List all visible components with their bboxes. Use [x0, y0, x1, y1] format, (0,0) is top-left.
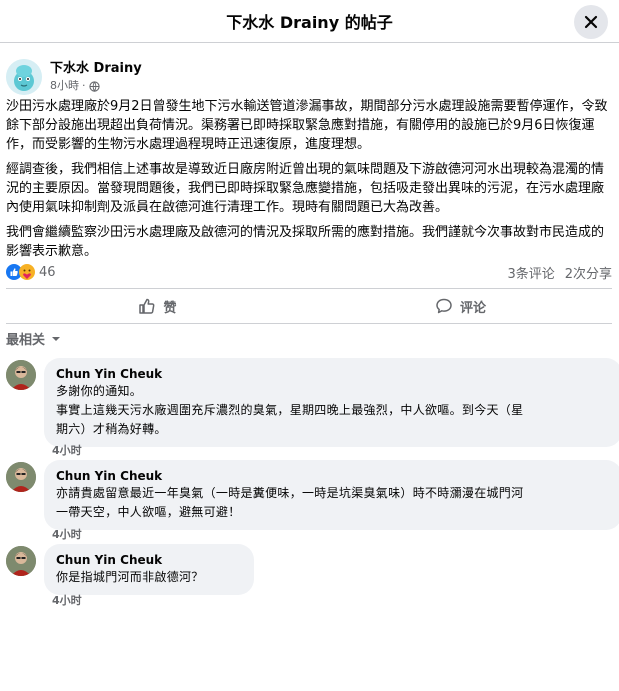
dialog-title: 下水水 Drainy 的帖子	[226, 13, 393, 32]
avatar-photo	[6, 360, 36, 390]
actions-divider-top	[6, 288, 612, 289]
thumbs-up-icon	[139, 298, 155, 314]
commenter-name[interactable]: Chun Yin Cheuk	[56, 366, 610, 382]
comment-button[interactable]: 评论	[309, 291, 612, 321]
reaction-icons[interactable]: 46	[6, 264, 56, 280]
header-divider	[0, 42, 619, 43]
care-reaction-icon	[19, 264, 35, 280]
reaction-count: 46	[39, 264, 56, 280]
avatar-photo	[6, 462, 36, 492]
comment-item: Chun Yin Cheuk 亦請貴處留意最近一年臭氣（一時是糞便味，一時是坑渠…	[6, 460, 619, 530]
comment-item: Chun Yin Cheuk 多謝你的通知。 事實上這幾天污水廠週圍充斥濃烈的臭…	[6, 358, 619, 447]
post-paragraph-3: 我們會繼續監察沙田污水處理廠及啟德河的情況及採取所需的應對措施。我們謹就今次事故…	[6, 225, 605, 259]
comment-text-line: 一帶天空，中人欲嘔，避無可避！	[56, 505, 241, 519]
drainy-mascot-icon	[6, 59, 42, 95]
comment-time[interactable]: 4小时	[52, 442, 82, 458]
post-body: 沙田污水處理廠於9月2日曾發生地下污水輸送管道滲漏事故，期間部分污水處理設施需要…	[6, 97, 612, 267]
comment-count[interactable]: 3条评论	[507, 263, 554, 282]
comment-bubble: Chun Yin Cheuk 亦請貴處留意最近一年臭氣（一時是糞便味，一時是坑渠…	[44, 460, 619, 530]
like-button[interactable]: 赞	[6, 291, 309, 321]
share-count[interactable]: 2次分享	[565, 263, 612, 282]
comment-sort-dropdown[interactable]: 最相关	[6, 329, 61, 348]
page-avatar[interactable]	[6, 59, 42, 95]
commenter-avatar[interactable]	[6, 360, 36, 390]
close-icon	[584, 15, 598, 29]
post-time[interactable]: 8小時	[50, 78, 79, 94]
dot-separator: ·	[82, 79, 86, 92]
avatar-photo	[6, 546, 36, 576]
commenter-avatar[interactable]	[6, 462, 36, 492]
comment-text-line: 亦請貴處留意最近一年臭氣（一時是糞便味，一時是坑渠臭氣味）時不時瀰漫在城門河	[56, 486, 524, 500]
comment-text-line: 你是指城門河而非啟德河？	[56, 570, 204, 584]
actions-divider-bottom	[6, 323, 612, 324]
comment-time[interactable]: 4小时	[52, 526, 82, 542]
post-paragraph-2: 經調查後，我們相信上述事故是導致近日廠房附近曾出現的氣味問題及下游啟德河河水出現…	[6, 162, 605, 215]
post-header: 下水水 Drainy 8小時 ·	[6, 57, 142, 97]
comment-label: 评论	[459, 300, 486, 316]
like-label: 赞	[163, 300, 177, 316]
comment-text-line: 多謝你的通知。	[56, 384, 143, 398]
sort-label: 最相关	[6, 333, 46, 348]
post-author[interactable]: 下水水 Drainy	[50, 60, 142, 78]
comment-time[interactable]: 4小时	[52, 592, 82, 608]
post-timestamp-row: 8小時 ·	[50, 78, 142, 94]
reactions-bar: 46 3条评论 2次分享	[6, 262, 612, 282]
commenter-name[interactable]: Chun Yin Cheuk	[56, 552, 242, 568]
comment-icon	[436, 298, 452, 314]
post-paragraph-1: 沙田污水處理廠於9月2日曾發生地下污水輸送管道滲漏事故，期間部分污水處理設施需要…	[6, 99, 608, 152]
comment-item: Chun Yin Cheuk 你是指城門河而非啟德河？	[6, 544, 254, 595]
commenter-name[interactable]: Chun Yin Cheuk	[56, 468, 610, 484]
comment-bubble: Chun Yin Cheuk 多謝你的通知。 事實上這幾天污水廠週圍充斥濃烈的臭…	[44, 358, 619, 447]
engagement-counts: 3条评论 2次分享	[507, 263, 612, 282]
dialog-header: 下水水 Drainy 的帖子	[0, 0, 619, 42]
chevron-down-icon	[52, 336, 61, 341]
post-actions: 赞 评论	[6, 291, 612, 321]
comment-bubble: Chun Yin Cheuk 你是指城門河而非啟德河？	[44, 544, 254, 595]
post-meta: 下水水 Drainy 8小時 ·	[50, 60, 142, 94]
comment-text-line: 事實上這幾天污水廠週圍充斥濃烈的臭氣，星期四晚上最強烈，中人欲嘔。到今天（星	[56, 403, 524, 417]
globe-icon	[88, 80, 100, 92]
close-button[interactable]	[574, 5, 608, 39]
commenter-avatar[interactable]	[6, 546, 36, 576]
comment-text-line: 期六）才稍為好轉。	[56, 422, 167, 436]
